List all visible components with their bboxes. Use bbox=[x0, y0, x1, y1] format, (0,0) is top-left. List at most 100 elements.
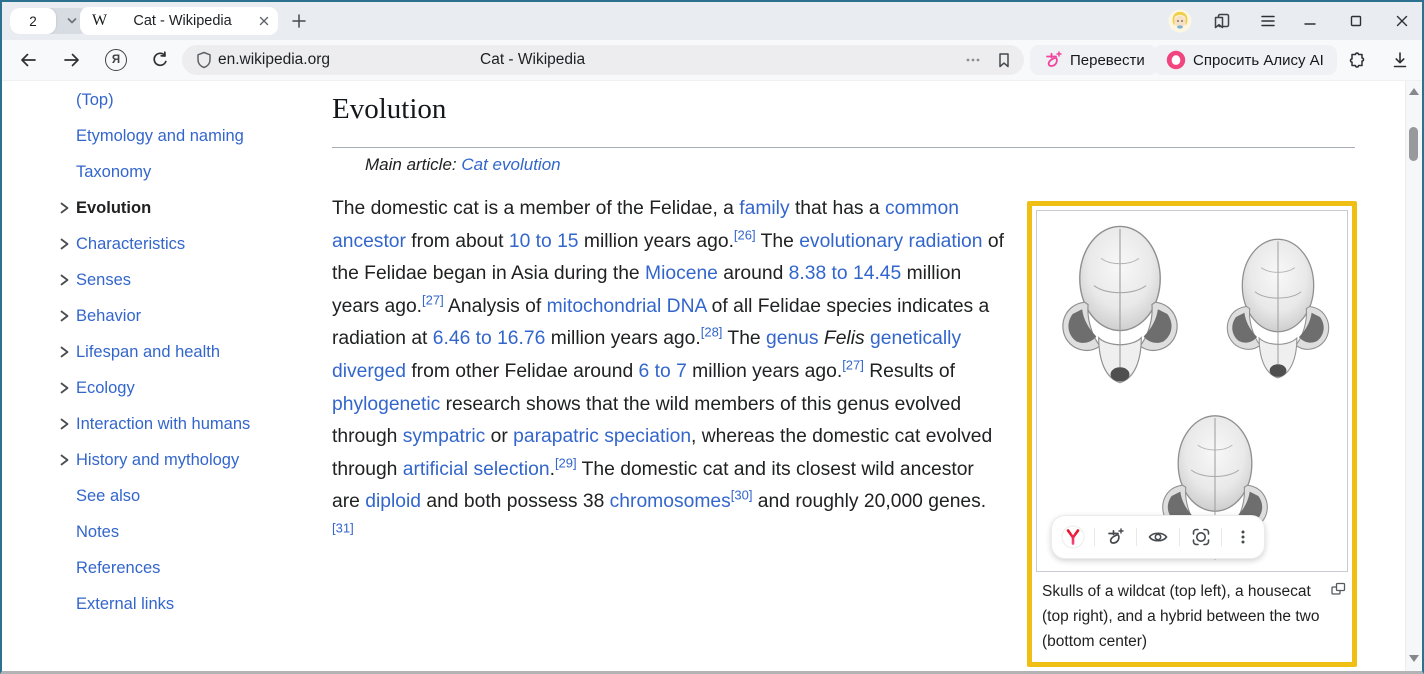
section-heading: Evolution bbox=[332, 92, 446, 126]
sidebar-item-characteristics[interactable]: Characteristics bbox=[52, 226, 322, 262]
sidebar-item-see-also[interactable]: See also bbox=[52, 478, 322, 514]
wiki-link[interactable]: phylogenetic bbox=[332, 394, 440, 415]
sidebar-item-references[interactable]: References bbox=[52, 550, 322, 586]
citation-ref[interactable]: [27] bbox=[842, 358, 864, 373]
sidebar-item-label: Notes bbox=[76, 523, 119, 542]
sidebar-item-etymology-and-naming[interactable]: Etymology and naming bbox=[52, 118, 322, 154]
wiki-link[interactable]: mitochondrial DNA bbox=[547, 296, 707, 317]
citation-ref[interactable]: [27] bbox=[422, 292, 444, 307]
citation-ref[interactable]: [30] bbox=[731, 488, 753, 503]
translate-button[interactable]: Перевести bbox=[1030, 45, 1158, 75]
sidebar-item-lifespan-and-health[interactable]: Lifespan and health bbox=[52, 334, 322, 370]
sidebar-item-interaction-with-humans[interactable]: Interaction with humans bbox=[52, 406, 322, 442]
image-search-icon[interactable] bbox=[1180, 524, 1222, 550]
new-tab-icon[interactable] bbox=[288, 10, 310, 32]
scroll-down-arrow[interactable] bbox=[1409, 655, 1419, 662]
close-tab-icon[interactable] bbox=[258, 15, 270, 27]
chevron-right-icon[interactable] bbox=[52, 309, 76, 323]
minimize-icon[interactable] bbox=[1298, 9, 1322, 33]
main-article-prefix: Main article: bbox=[365, 155, 461, 174]
ask-alice-button[interactable]: Спросить Алису AI bbox=[1153, 45, 1337, 75]
url-text[interactable]: en.wikipedia.org bbox=[218, 45, 330, 75]
tab-counter[interactable]: 2 bbox=[10, 8, 88, 34]
citation-ref[interactable]: [29] bbox=[555, 455, 577, 470]
yandex-home-icon[interactable]: Я bbox=[104, 48, 128, 72]
sidebar-item-label: Lifespan and health bbox=[76, 343, 220, 362]
sidebar-item-external-links[interactable]: External links bbox=[52, 586, 322, 622]
sidebar-item-evolution[interactable]: Evolution bbox=[52, 190, 322, 226]
main-article-link[interactable]: Cat evolution bbox=[461, 155, 560, 174]
sidebar-item-top[interactable]: (Top) bbox=[52, 82, 322, 118]
scroll-up-arrow[interactable] bbox=[1409, 88, 1419, 95]
sidebar-item-senses[interactable]: Senses bbox=[52, 262, 322, 298]
side-panel-icon[interactable] bbox=[1210, 9, 1234, 33]
wiki-link[interactable]: 6.46 to 16.76 bbox=[433, 328, 546, 349]
wiki-link[interactable]: Miocene bbox=[645, 263, 718, 284]
chevron-right-icon[interactable] bbox=[52, 345, 76, 359]
chevron-right-icon[interactable] bbox=[52, 381, 76, 395]
figure-image[interactable] bbox=[1036, 210, 1348, 572]
wiki-link[interactable]: 6 to 7 bbox=[639, 361, 687, 382]
yandex-logo-icon[interactable] bbox=[1052, 524, 1094, 550]
sidebar-item-behavior[interactable]: Behavior bbox=[52, 298, 322, 334]
chevron-right-icon[interactable] bbox=[52, 273, 76, 287]
sidebar-item-label: (Top) bbox=[76, 91, 114, 110]
citation-ref[interactable]: [28] bbox=[701, 325, 723, 340]
tab-count[interactable]: 2 bbox=[10, 8, 56, 34]
heading-divider bbox=[332, 147, 1355, 148]
sidebar-item-label: See also bbox=[76, 487, 140, 506]
enlarge-icon[interactable] bbox=[1330, 581, 1346, 597]
more-icon[interactable] bbox=[960, 48, 986, 72]
downloads-icon[interactable] bbox=[1388, 48, 1412, 72]
sidebar-item-label: Senses bbox=[76, 271, 131, 290]
profile-avatar[interactable] bbox=[1168, 9, 1192, 33]
site-shield-icon[interactable] bbox=[194, 50, 214, 70]
chevron-right-icon[interactable] bbox=[52, 417, 76, 431]
sidebar-item-label: Taxonomy bbox=[76, 163, 151, 182]
forward-icon[interactable] bbox=[60, 48, 84, 72]
sidebar-item-label: External links bbox=[76, 595, 174, 614]
sidebar-item-label: Interaction with humans bbox=[76, 415, 250, 434]
scrollbar-thumb[interactable] bbox=[1409, 127, 1418, 161]
browser-tab[interactable]: W Cat - Wikipedia bbox=[80, 7, 278, 35]
wikipedia-favicon: W bbox=[92, 12, 107, 30]
sidebar-item-notes[interactable]: Notes bbox=[52, 514, 322, 550]
wiki-link[interactable]: 8.38 to 14.45 bbox=[789, 263, 902, 284]
wiki-link[interactable]: parapatric speciation bbox=[513, 426, 691, 447]
figure-caption: Skulls of a wildcat (top left), a housec… bbox=[1036, 572, 1348, 658]
sidebar-item-label: References bbox=[76, 559, 160, 578]
wiki-link[interactable]: 10 to 15 bbox=[509, 231, 579, 252]
chevron-right-icon[interactable] bbox=[52, 453, 76, 467]
extensions-icon[interactable] bbox=[1344, 48, 1368, 72]
sidebar-item-label: Evolution bbox=[76, 199, 151, 218]
italic-text: Felis bbox=[824, 328, 865, 349]
menu-icon[interactable] bbox=[1256, 9, 1280, 33]
wiki-link[interactable]: family bbox=[739, 198, 789, 219]
reload-icon[interactable] bbox=[148, 48, 172, 72]
wiki-link[interactable]: chromosomes bbox=[610, 491, 731, 512]
maximize-icon[interactable] bbox=[1344, 9, 1368, 33]
citation-ref[interactable]: [31] bbox=[332, 521, 354, 536]
wiki-link[interactable]: artificial selection bbox=[403, 459, 550, 480]
chevron-right-icon[interactable] bbox=[52, 201, 76, 215]
vertical-scrollbar[interactable] bbox=[1405, 81, 1422, 671]
sidebar-item-ecology[interactable]: Ecology bbox=[52, 370, 322, 406]
citation-ref[interactable]: [26] bbox=[734, 227, 756, 242]
address-bar[interactable]: en.wikipedia.org Cat - Wikipedia bbox=[182, 45, 1024, 75]
wiki-link[interactable]: genus bbox=[766, 328, 819, 349]
wiki-link[interactable]: sympatric bbox=[403, 426, 486, 447]
bookmark-icon[interactable] bbox=[992, 48, 1016, 72]
wiki-link[interactable]: diploid bbox=[365, 491, 421, 512]
sidebar-item-taxonomy[interactable]: Taxonomy bbox=[52, 154, 322, 190]
back-icon[interactable] bbox=[16, 48, 40, 72]
more-kebab-icon[interactable] bbox=[1222, 524, 1264, 550]
close-window-icon[interactable] bbox=[1390, 9, 1414, 33]
translate-image-icon[interactable] bbox=[1095, 524, 1137, 550]
sidebar-item-label: Behavior bbox=[76, 307, 141, 326]
wiki-link[interactable]: evolutionary radiation bbox=[799, 231, 982, 252]
sidebar-item-label: Characteristics bbox=[76, 235, 185, 254]
sidebar-item-history-and-mythology[interactable]: History and mythology bbox=[52, 442, 322, 478]
page-content: (Top) Etymology and naming Taxonomy Ev bbox=[2, 81, 1422, 671]
chevron-right-icon[interactable] bbox=[52, 237, 76, 251]
eye-icon[interactable] bbox=[1137, 524, 1179, 550]
